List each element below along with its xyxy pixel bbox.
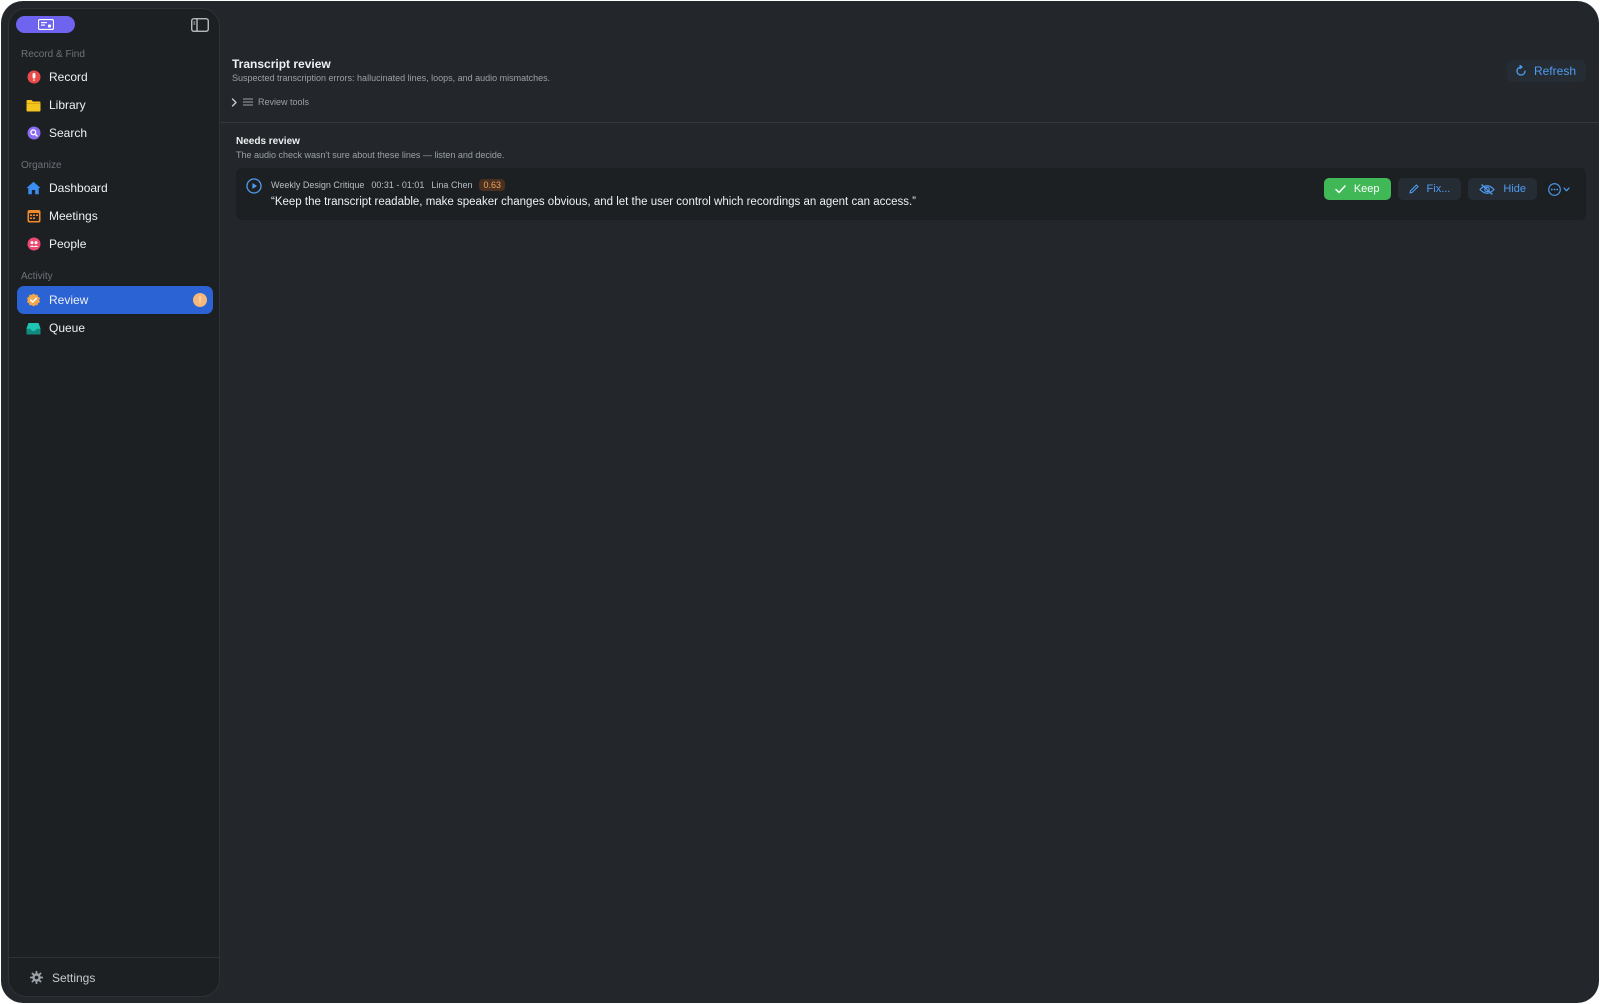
review-tools-toggle[interactable]: Review tools	[231, 97, 309, 107]
main-content: Transcript review Suspected transcriptio…	[221, 1, 1599, 1003]
sidebar-item-people[interactable]: People	[17, 230, 213, 258]
header-divider	[221, 122, 1599, 123]
sidebar-item-label: Library	[49, 98, 86, 112]
hide-button[interactable]: Hide	[1468, 178, 1537, 200]
settings-button[interactable]: Settings	[29, 970, 95, 985]
gear-icon	[29, 970, 44, 985]
sidebar-item-library[interactable]: Library	[17, 91, 213, 119]
section-label-activity: Activity	[21, 271, 53, 282]
app-switcher-button[interactable]	[16, 16, 75, 33]
sidebar-item-label: Queue	[49, 321, 86, 335]
fix-button[interactable]: Fix...	[1397, 178, 1462, 200]
needs-review-description: The audio check wasn't sure about these …	[236, 150, 505, 160]
refresh-icon	[1516, 65, 1526, 76]
app-window: Record & Find Record Library Search Orga…	[1, 1, 1599, 1003]
meeting-name: Weekly Design Critique	[271, 180, 365, 190]
chevron-down-icon	[1563, 186, 1570, 191]
sidebar-item-meetings[interactable]: Meetings	[17, 202, 213, 230]
sidebar-item-label: Dashboard	[49, 181, 108, 195]
sidebar-item-label: Review	[49, 293, 89, 307]
sidebar-item-search[interactable]: Search	[17, 119, 213, 147]
sidebar-item-record[interactable]: Record	[17, 63, 213, 91]
play-button[interactable]	[246, 178, 262, 199]
review-item-meta: Weekly Design Critique 00:31 - 01:01 Lin…	[271, 179, 512, 191]
home-icon	[26, 181, 41, 196]
search-icon	[26, 126, 41, 141]
sidebar-footer: Settings	[9, 957, 219, 996]
sidebar-item-label: Search	[49, 126, 88, 140]
review-count-badge: !	[193, 293, 207, 307]
record-icon	[26, 70, 41, 85]
sidebar-item-dashboard[interactable]: Dashboard	[17, 174, 213, 202]
sidebar-toggle-icon	[191, 17, 209, 32]
page-subtitle: Suspected transcription errors: hallucin…	[232, 73, 551, 83]
review-badge-icon	[26, 293, 41, 308]
eye-slash-icon	[1479, 183, 1496, 195]
sidebar-item-label: Meetings	[49, 209, 98, 223]
time-range: 00:31 - 01:01	[371, 180, 425, 190]
ellipsis-circle-icon	[1548, 182, 1561, 196]
checkmark-icon	[1335, 184, 1346, 193]
section-label-organize: Organize	[21, 160, 62, 171]
fix-label: Fix...	[1426, 183, 1451, 195]
review-item: Weekly Design Critique 00:31 - 01:01 Lin…	[236, 168, 1586, 220]
sidebar-item-review[interactable]: Review !	[17, 286, 213, 314]
people-icon	[26, 237, 41, 252]
sidebar-item-label: Record	[49, 70, 88, 84]
keep-button[interactable]: Keep	[1323, 178, 1391, 200]
sidebar: Record & Find Record Library Search Orga…	[8, 8, 220, 997]
hide-label: Hide	[1503, 183, 1526, 195]
speaker-name: Lina Chen	[431, 180, 473, 190]
page-title: Transcript review	[232, 57, 331, 71]
transcript-quote: “Keep the transcript readable, make spea…	[271, 196, 917, 208]
refresh-label: Refresh	[1533, 64, 1576, 78]
keep-label: Keep	[1353, 183, 1380, 195]
review-tools-label: Review tools	[258, 97, 310, 107]
list-icon	[243, 98, 253, 106]
app-logo-icon	[37, 19, 54, 30]
calendar-icon	[26, 209, 41, 224]
needs-review-title: Needs review	[236, 136, 300, 147]
sidebar-item-queue[interactable]: Queue	[17, 314, 213, 342]
chevron-right-icon	[231, 97, 237, 107]
folder-icon	[26, 98, 41, 113]
pencil-icon	[1408, 184, 1419, 194]
review-actions: Keep Fix... Hide	[1317, 178, 1574, 200]
play-icon	[246, 178, 262, 194]
sidebar-item-label: People	[49, 237, 87, 251]
inbox-icon	[26, 321, 41, 336]
refresh-button[interactable]: Refresh	[1506, 60, 1586, 82]
sidebar-toggle-button[interactable]	[191, 17, 209, 32]
more-options-button[interactable]	[1546, 178, 1574, 200]
settings-label: Settings	[52, 970, 96, 985]
confidence-score-badge: 0.63	[479, 179, 505, 191]
section-label-record-find: Record & Find	[21, 49, 85, 60]
